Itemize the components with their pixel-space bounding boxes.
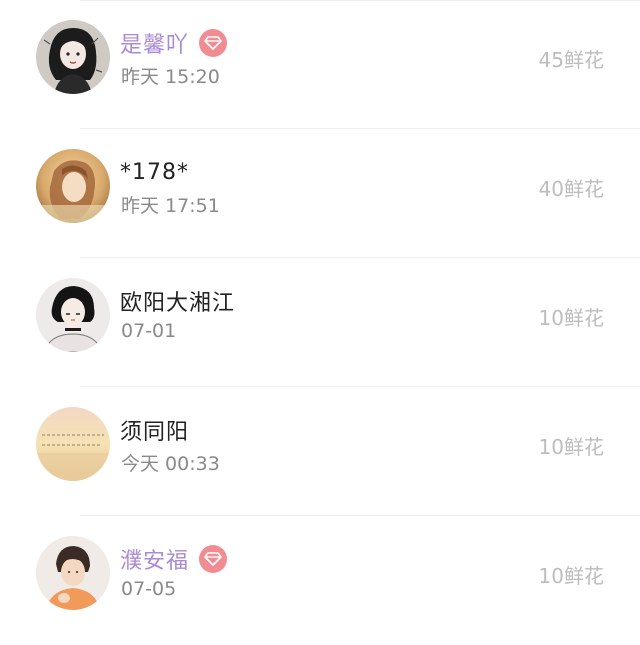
avatar-boy-orange-shirt-icon[interactable] — [36, 536, 110, 610]
timestamp: 07-01 — [121, 320, 177, 342]
user-name[interactable]: 须同阳 — [120, 414, 189, 446]
list-item[interactable]: 濮安福 07-05 10鲜花 — [0, 516, 640, 645]
timestamp: 07-05 — [121, 578, 177, 600]
timestamp: 今天 00:33 — [121, 453, 220, 475]
flower-count: 10鲜花 — [538, 306, 604, 330]
avatar-girl-warm-photo-icon[interactable] — [36, 149, 110, 223]
avatar-anime-character-icon[interactable] — [36, 278, 110, 352]
flower-count: 10鲜花 — [538, 435, 604, 459]
flower-count: 45鲜花 — [538, 48, 604, 72]
vip-diamond-icon — [199, 29, 228, 57]
user-name[interactable]: 濮安福 — [120, 543, 189, 575]
user-name[interactable]: *178* — [120, 160, 189, 185]
flower-count: 10鲜花 — [538, 564, 604, 588]
user-name[interactable]: 是馨吖 — [120, 27, 189, 59]
avatar-text-quote-image-icon[interactable] — [36, 407, 110, 481]
list-item[interactable]: 欧阳大湘江 07-01 10鲜花 — [0, 258, 640, 387]
gift-ranking-list: 是馨吖 昨天 15:20 45鲜花 *178* 昨天 17:51 40鲜花 欧阳… — [0, 0, 640, 645]
timestamp: 昨天 15:20 — [121, 66, 220, 88]
flower-count: 40鲜花 — [538, 177, 604, 201]
user-name[interactable]: 欧阳大湘江 — [120, 285, 235, 317]
vip-diamond-icon — [199, 545, 228, 573]
timestamp: 昨天 17:51 — [121, 195, 220, 217]
list-item[interactable]: *178* 昨天 17:51 40鲜花 — [0, 129, 640, 258]
avatar-girl-dark-hair-icon[interactable] — [36, 20, 110, 94]
list-item[interactable]: 须同阳 今天 00:33 10鲜花 — [0, 387, 640, 516]
list-item[interactable]: 是馨吖 昨天 15:20 45鲜花 — [0, 0, 640, 129]
